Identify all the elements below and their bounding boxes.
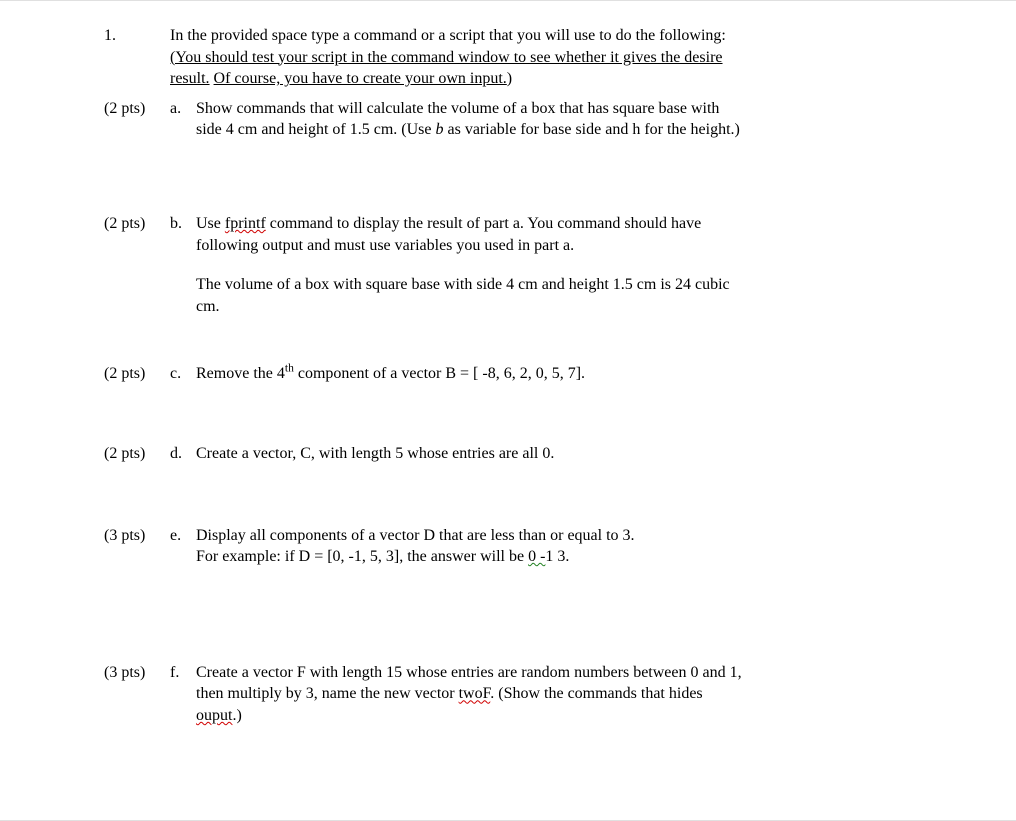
part-d: (2 pts) d. Create a vector, C, with leng… bbox=[104, 443, 946, 465]
part-c-points: (2 pts) bbox=[104, 363, 170, 385]
part-f-line2: then multiply by 3, name the new vector … bbox=[196, 683, 946, 705]
part-b-line1-pre: Use bbox=[196, 215, 225, 232]
part-a-body: Show commands that will calculate the vo… bbox=[196, 98, 946, 141]
question-header: 1. In the provided space type a command … bbox=[104, 25, 946, 90]
part-a-line2: side 4 cm and height of 1.5 cm. (Use b a… bbox=[196, 119, 946, 141]
intro-underlined-2b: Of course, you have to create your own i… bbox=[214, 70, 507, 87]
part-c-pre: Remove the 4 bbox=[196, 365, 285, 382]
part-e-letter: e. bbox=[170, 525, 196, 547]
part-c: (2 pts) c. Remove the 4th component of a… bbox=[104, 363, 946, 385]
part-b-line1: Use fprintf command to display the resul… bbox=[196, 213, 946, 235]
question-number: 1. bbox=[104, 25, 170, 47]
part-a-line2-post: as variable for base side and h for the … bbox=[444, 121, 740, 138]
part-e-body: Display all components of a vector D tha… bbox=[196, 525, 946, 568]
part-e-example-values: 0 - bbox=[528, 548, 545, 565]
part-a-line1: Show commands that will calculate the vo… bbox=[196, 98, 946, 120]
part-d-body: Create a vector, C, with length 5 whose … bbox=[196, 443, 946, 465]
part-d-points: (2 pts) bbox=[104, 443, 170, 465]
part-f-line2-post: . (Show the commands that hides bbox=[490, 685, 702, 702]
part-b-output-line2: cm. bbox=[196, 296, 946, 318]
intro-underlined-1: (You should test your script in the comm… bbox=[170, 49, 723, 66]
part-e-line2: For example: if D = [0, -1, 5, 3], the a… bbox=[196, 546, 946, 568]
part-f: (3 pts) f. Create a vector F with length… bbox=[104, 662, 946, 727]
part-b-body: Use fprintf command to display the resul… bbox=[196, 213, 946, 317]
intro-line1: In the provided space type a command or … bbox=[170, 25, 946, 47]
part-b-fprintf: fprintf bbox=[225, 215, 266, 232]
part-a-letter: a. bbox=[170, 98, 196, 120]
part-f-body: Create a vector F with length 15 whose e… bbox=[196, 662, 946, 727]
part-e-line2-pre: For example: if D = [0, -1, 5, 3], the a… bbox=[196, 548, 528, 565]
question-intro: In the provided space type a command or … bbox=[170, 25, 946, 90]
part-d-letter: d. bbox=[170, 443, 196, 465]
part-f-line3: ouput.) bbox=[196, 705, 946, 727]
intro-underlined-2a: result. bbox=[170, 70, 210, 87]
part-b-output-line1: The volume of a box with square base wit… bbox=[196, 274, 946, 296]
part-a-points: (2 pts) bbox=[104, 98, 170, 120]
part-f-twoF: twoF bbox=[459, 685, 491, 702]
part-c-letter: c. bbox=[170, 363, 196, 385]
part-b-letter: b. bbox=[170, 213, 196, 235]
part-c-body: Remove the 4th component of a vector B =… bbox=[196, 363, 946, 385]
intro-paren-close: ) bbox=[507, 70, 512, 87]
intro-line3: result. Of course, you have to create yo… bbox=[170, 68, 946, 90]
part-f-line1: Create a vector F with length 15 whose e… bbox=[196, 662, 946, 684]
part-b: (2 pts) b. Use fprintf command to displa… bbox=[104, 213, 946, 317]
part-c-sup: th bbox=[285, 363, 294, 375]
part-e-line2-post: 1 3. bbox=[545, 548, 569, 565]
part-a-line2-pre: side 4 cm and height of 1.5 cm. (Use bbox=[196, 121, 436, 138]
part-e: (3 pts) e. Display all components of a v… bbox=[104, 525, 946, 568]
part-f-line3-post: .) bbox=[232, 707, 241, 724]
part-a: (2 pts) a. Show commands that will calcu… bbox=[104, 98, 946, 141]
part-f-line2-pre: then multiply by 3, name the new vector bbox=[196, 685, 459, 702]
part-b-line2: following output and must use variables … bbox=[196, 235, 946, 257]
part-b-points: (2 pts) bbox=[104, 213, 170, 235]
part-f-letter: f. bbox=[170, 662, 196, 684]
part-b-line1-post: command to display the result of part a.… bbox=[266, 215, 701, 232]
part-e-line1: Display all components of a vector D tha… bbox=[196, 525, 946, 547]
document-content: 1. In the provided space type a command … bbox=[104, 25, 946, 727]
part-f-points: (3 pts) bbox=[104, 662, 170, 684]
part-c-post: component of a vector B = [ -8, 6, 2, 0,… bbox=[294, 365, 585, 382]
part-f-ouput: ouput bbox=[196, 707, 232, 724]
part-a-var-b: b bbox=[436, 121, 444, 138]
intro-line2: (You should test your script in the comm… bbox=[170, 47, 946, 69]
page: 1. In the provided space type a command … bbox=[0, 0, 1016, 821]
part-e-points: (3 pts) bbox=[104, 525, 170, 547]
